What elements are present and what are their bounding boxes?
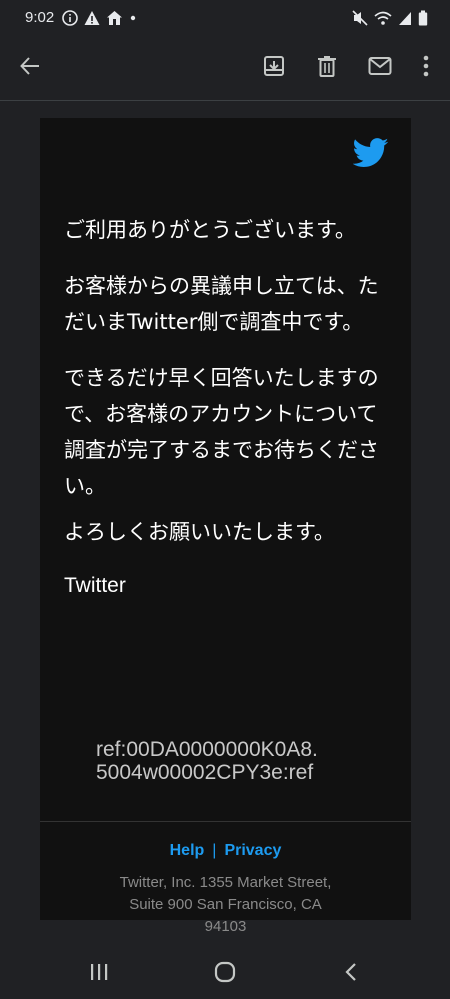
delete-icon: [318, 56, 336, 77]
reference-line-1: ref:00DA0000000K0A8.: [96, 738, 318, 761]
reference-code: ref:00DA0000000K0A8. 5004w00002CPY3e:ref: [96, 738, 318, 784]
system-navigation-bar: [0, 944, 450, 999]
email-toolbar: [0, 36, 450, 101]
wifi-icon: [374, 11, 392, 25]
footer-links: Help | Privacy: [40, 842, 411, 860]
back-arrow-icon: [20, 57, 39, 75]
status-left-icons: [62, 10, 137, 26]
recent-apps-button[interactable]: [79, 958, 119, 986]
recent-apps-icon: [91, 964, 108, 980]
twitter-bird-icon: [353, 138, 389, 167]
home-icon: [107, 11, 122, 25]
help-link[interactable]: Help: [170, 842, 205, 859]
address-line-1: Twitter, Inc. 1355 Market Street,: [119, 874, 332, 891]
signal-icon: [399, 12, 411, 25]
archive-button[interactable]: [258, 50, 290, 82]
more-options-button[interactable]: [410, 50, 442, 82]
footer-separator: |: [212, 842, 217, 859]
privacy-link[interactable]: Privacy: [224, 842, 281, 859]
status-right-icons: [352, 10, 428, 26]
mark-unread-icon: [368, 57, 392, 75]
info-icon: [62, 10, 78, 26]
status-time: 9:02: [25, 9, 55, 26]
mark-unread-button[interactable]: [364, 50, 396, 82]
back-chevron-icon: [345, 963, 356, 981]
warning-icon: [84, 11, 100, 25]
email-signature: Twitter: [64, 574, 126, 597]
battery-icon: [418, 10, 428, 26]
address-line-3: 94103: [204, 918, 247, 935]
reference-line-2: 5004w00002CPY3e:ref: [96, 761, 314, 784]
archive-icon: [264, 56, 284, 76]
email-paragraph-2: できるだけ早く回答いたしますので、お客様のアカウントについて調査が完了するまでお…: [64, 366, 379, 498]
back-nav-button[interactable]: [331, 958, 371, 986]
delete-button[interactable]: [311, 50, 343, 82]
company-address: Twitter, Inc. 1355 Market Street, Suite …: [40, 872, 411, 938]
email-body: ご利用ありがとうございます。 お客様からの異議申し立ては、ただいまTwitter…: [40, 118, 411, 935]
back-button[interactable]: [14, 50, 46, 82]
email-closing: よろしくお願いいたします。: [64, 520, 335, 544]
email-greeting: ご利用ありがとうございます。: [64, 218, 356, 242]
mute-icon: [352, 10, 368, 26]
more-vert-icon: [423, 55, 429, 77]
status-bar: 9:02: [0, 0, 450, 36]
footer-divider: [40, 821, 411, 822]
home-button[interactable]: [205, 958, 245, 986]
home-circle-icon: [214, 961, 236, 983]
dot-icon: [130, 15, 136, 21]
email-paragraph-1: お客様からの異議申し立ては、ただいまTwitter側で調査中です。: [64, 274, 379, 334]
address-line-2: Suite 900 San Francisco, CA: [129, 896, 322, 913]
